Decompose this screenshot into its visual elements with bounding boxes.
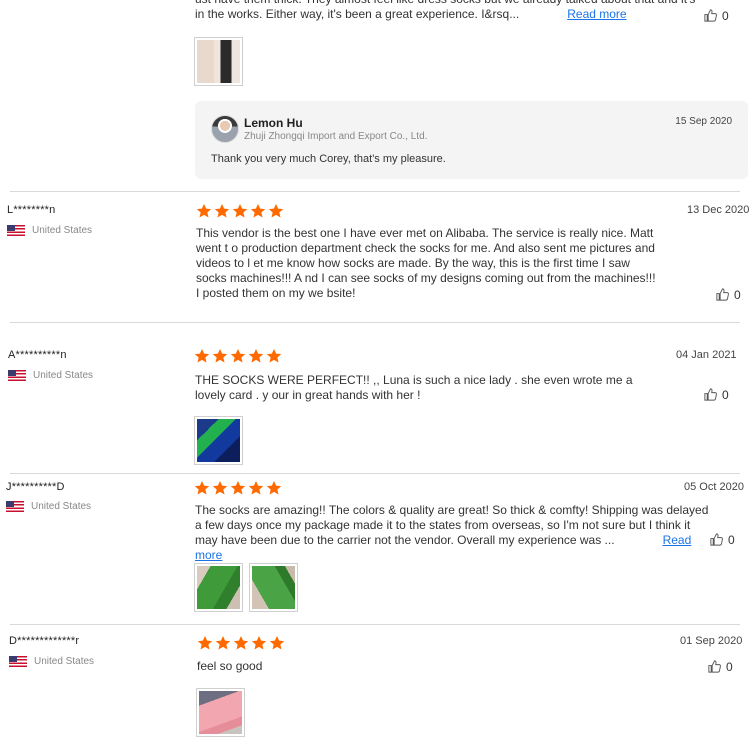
thumbs-up-icon bbox=[709, 532, 724, 547]
star-icon bbox=[251, 635, 267, 651]
like-count: 0 bbox=[726, 659, 733, 674]
star-icon bbox=[212, 348, 228, 364]
review-date: 04 Jan 2021 bbox=[676, 349, 737, 361]
star-icon bbox=[248, 480, 264, 496]
reply-name: Lemon Hu bbox=[244, 116, 303, 130]
us-flag-icon bbox=[6, 501, 24, 512]
reply-text: Thank you very much Corey, that's my ple… bbox=[211, 153, 446, 165]
star-icon bbox=[269, 635, 285, 651]
reply-date: 15 Sep 2020 bbox=[675, 116, 732, 127]
us-flag-icon bbox=[9, 656, 27, 667]
review-date: 13 Dec 2020 bbox=[687, 204, 750, 216]
star-icon bbox=[268, 203, 284, 219]
reviewer-name: J**********D bbox=[6, 481, 65, 493]
thumbs-up-icon bbox=[703, 387, 718, 402]
star-icon bbox=[233, 635, 249, 651]
review-body: The socks are amazing!! The colors & qua… bbox=[195, 503, 709, 547]
thumbs-up-icon bbox=[715, 287, 730, 302]
like-count: 0 bbox=[722, 8, 729, 23]
star-icon bbox=[197, 635, 213, 651]
star-icon bbox=[230, 348, 246, 364]
review-body: feel so good bbox=[197, 659, 263, 673]
star-icon bbox=[248, 348, 264, 364]
divider bbox=[10, 473, 740, 474]
like-count: 0 bbox=[734, 287, 741, 302]
review-text: The socks are amazing!! The colors & qua… bbox=[195, 503, 711, 563]
seller-reply: Lemon Hu Zhuji Zhongqi Import and Export… bbox=[195, 101, 748, 179]
star-icon bbox=[266, 348, 282, 364]
us-flag-icon bbox=[8, 370, 26, 381]
reviewer-country: United States bbox=[32, 225, 93, 236]
reviewer-country: United States bbox=[31, 501, 92, 512]
review-body: This vendor is the best one I have ever … bbox=[196, 226, 656, 300]
review-body: THE SOCKS WERE PERFECT!! ,, Luna is such… bbox=[195, 373, 633, 402]
star-icon bbox=[232, 203, 248, 219]
review-photo[interactable] bbox=[194, 37, 243, 86]
like-button[interactable]: 0 bbox=[703, 8, 729, 23]
star-icon bbox=[214, 203, 230, 219]
like-button[interactable]: 0 bbox=[703, 387, 729, 402]
avatar bbox=[211, 115, 239, 143]
reviewer-name: D*************r bbox=[9, 635, 80, 647]
star-icon bbox=[266, 480, 282, 496]
divider bbox=[10, 191, 740, 192]
star-rating bbox=[194, 480, 282, 496]
like-count: 0 bbox=[728, 532, 735, 547]
like-button[interactable]: 0 bbox=[709, 532, 735, 547]
read-more-link[interactable]: Read more bbox=[567, 7, 626, 21]
star-icon bbox=[250, 203, 266, 219]
divider bbox=[10, 624, 740, 625]
reviewer-country: United States bbox=[33, 370, 94, 381]
star-icon bbox=[194, 348, 210, 364]
star-icon bbox=[196, 203, 212, 219]
review-date: 05 Oct 2020 bbox=[684, 481, 744, 493]
reply-company: Zhuji Zhongqi Import and Export Co., Ltd… bbox=[244, 131, 428, 142]
reviewer-country: United States bbox=[34, 656, 95, 667]
star-rating bbox=[197, 635, 285, 651]
star-rating bbox=[196, 203, 284, 219]
review-photo[interactable] bbox=[194, 416, 243, 465]
star-icon bbox=[212, 480, 228, 496]
review-photo[interactable] bbox=[194, 563, 243, 612]
review-photo[interactable] bbox=[196, 688, 245, 737]
star-icon bbox=[215, 635, 231, 651]
like-button[interactable]: 0 bbox=[707, 659, 733, 674]
like-button[interactable]: 0 bbox=[715, 287, 741, 302]
thumbs-up-icon bbox=[703, 8, 718, 23]
us-flag-icon bbox=[7, 225, 25, 236]
review-text: ust have them thick. They almost feel li… bbox=[195, 0, 705, 22]
divider bbox=[10, 322, 740, 323]
review-photo[interactable] bbox=[249, 563, 298, 612]
reviewer-name: L********n bbox=[7, 204, 56, 216]
thumbs-up-icon bbox=[707, 659, 722, 674]
star-icon bbox=[194, 480, 210, 496]
review-date: 01 Sep 2020 bbox=[680, 635, 743, 647]
reviewer-name: A**********n bbox=[8, 349, 67, 361]
star-icon bbox=[230, 480, 246, 496]
like-count: 0 bbox=[722, 387, 729, 402]
star-rating bbox=[194, 348, 282, 364]
